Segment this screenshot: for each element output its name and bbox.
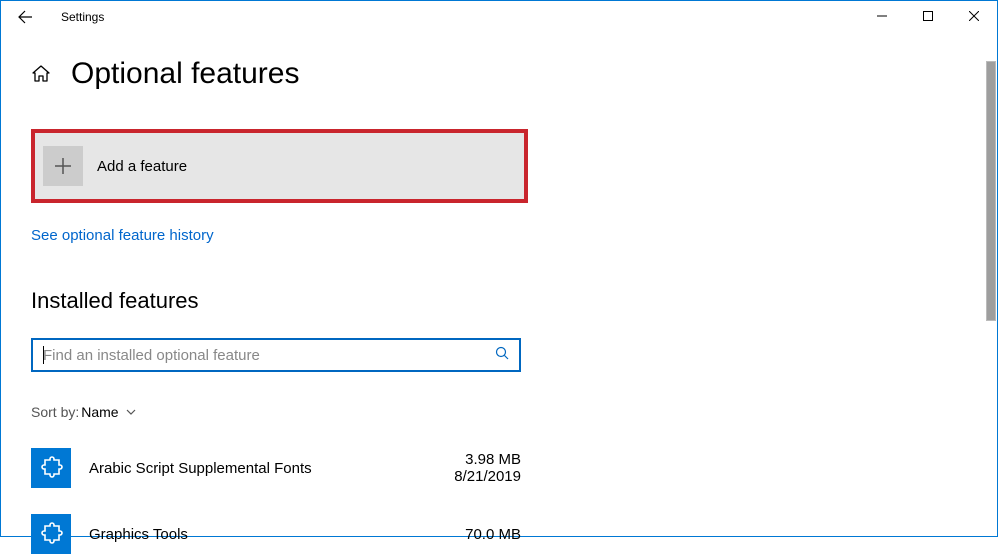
feature-name: Graphics Tools [89,526,465,543]
sort-value: Name [81,404,118,420]
content-area: Optional features Add a feature See opti… [1,33,997,558]
search-input[interactable] [43,347,495,364]
add-feature-button[interactable]: Add a feature [31,129,528,203]
feature-item[interactable]: Graphics Tools 70.0 MB [31,510,521,558]
minimize-button[interactable] [859,1,905,31]
feature-meta: 3.98 MB 8/21/2019 [454,451,521,485]
feature-size: 3.98 MB [465,451,521,468]
sort-dropdown[interactable]: Sort by: Name [31,404,967,420]
minimize-icon [877,11,887,21]
puzzle-icon [31,514,71,554]
add-feature-label: Add a feature [97,158,187,175]
vertical-scrollbar[interactable] [986,61,996,321]
search-icon [495,346,509,365]
feature-meta: 70.0 MB [465,526,521,543]
maximize-button[interactable] [905,1,951,31]
optional-feature-history-link[interactable]: See optional feature history [31,227,967,244]
window-controls [859,1,997,31]
home-icon [31,64,51,84]
page-header: Optional features [31,57,967,91]
close-button[interactable] [951,1,997,31]
back-arrow-icon [17,9,33,25]
home-button[interactable] [31,64,51,84]
maximize-icon [923,11,933,21]
text-cursor [43,346,44,364]
plus-icon-box [43,146,83,186]
feature-list: Arabic Script Supplemental Fonts 3.98 MB… [31,444,967,558]
feature-item[interactable]: Arabic Script Supplemental Fonts 3.98 MB… [31,444,521,492]
titlebar: Settings [1,1,997,33]
search-box[interactable] [31,338,521,372]
plus-icon [53,156,73,176]
installed-features-heading: Installed features [31,288,967,314]
feature-date: 8/21/2019 [454,468,521,485]
chevron-down-icon [125,406,137,418]
close-icon [969,11,979,21]
window-title: Settings [61,10,104,24]
sort-label: Sort by: [31,404,79,420]
puzzle-icon [31,448,71,488]
back-button[interactable] [9,1,41,33]
feature-size: 70.0 MB [465,526,521,543]
feature-name: Arabic Script Supplemental Fonts [89,460,454,477]
page-title: Optional features [71,57,299,91]
